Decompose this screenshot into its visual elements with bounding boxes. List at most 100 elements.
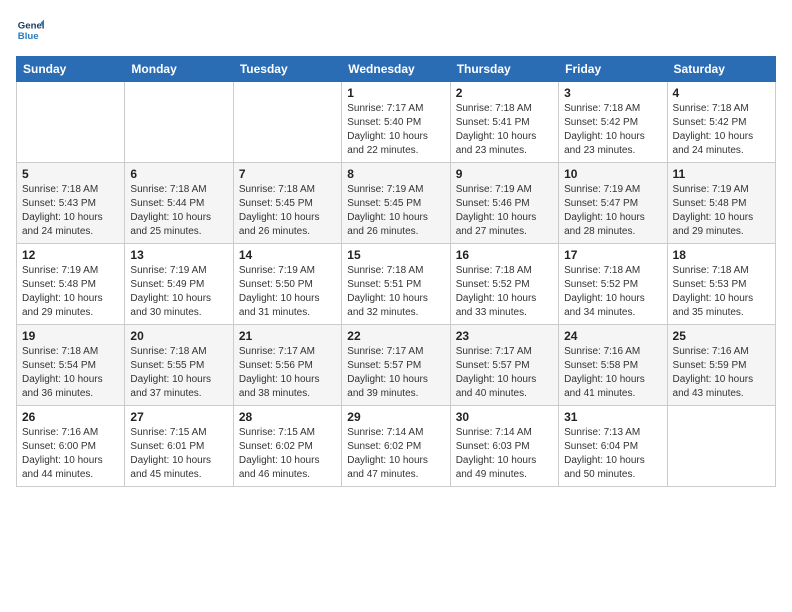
day-info: Sunrise: 7:19 AM Sunset: 5:48 PM Dayligh… <box>673 183 770 239</box>
day-info: Sunrise: 7:18 AM Sunset: 5:44 PM Dayligh… <box>130 183 227 239</box>
day-info: Sunrise: 7:19 AM Sunset: 5:48 PM Dayligh… <box>22 264 119 320</box>
calendar-day-cell: 26 Sunrise: 7:16 AM Sunset: 6:00 PM Dayli… <box>17 406 125 487</box>
calendar-day-cell: 8Sunrise: 7:19 AM Sunset: 5:45 PM Daylig… <box>342 163 450 244</box>
day-info: Sunrise: 7:19 AM Sunset: 5:47 PM Dayligh… <box>564 183 661 239</box>
calendar-table: SundayMondayTuesdayWednesdayThursdayFrid… <box>16 56 776 487</box>
day-number: 31 <box>564 410 661 424</box>
empty-cell <box>667 406 775 487</box>
day-info: Sunrise: 7:17 AM Sunset: 5:57 PM Dayligh… <box>456 345 553 401</box>
day-number: 15 <box>347 248 444 262</box>
day-info: Sunrise: 7:18 AM Sunset: 5:41 PM Dayligh… <box>456 102 553 158</box>
day-number: 30 <box>456 410 553 424</box>
calendar-day-cell: 17 Sunrise: 7:18 AM Sunset: 5:52 PM Dayli… <box>559 244 667 325</box>
day-number: 10 <box>564 167 661 181</box>
calendar-day-cell: 13 Sunrise: 7:19 AM Sunset: 5:49 PM Dayli… <box>125 244 233 325</box>
day-info: Sunrise: 7:19 AM Sunset: 5:49 PM Dayligh… <box>130 264 227 320</box>
day-number: 13 <box>130 248 227 262</box>
day-number: 9 <box>456 167 553 181</box>
empty-cell <box>125 82 233 163</box>
day-info: Sunrise: 7:16 AM Sunset: 6:00 PM Dayligh… <box>22 426 119 482</box>
day-number: 21 <box>239 329 336 343</box>
day-info: Sunrise: 7:18 AM Sunset: 5:54 PM Dayligh… <box>22 345 119 401</box>
day-info: Sunrise: 7:18 AM Sunset: 5:55 PM Dayligh… <box>130 345 227 401</box>
calendar-week-row: 12Sunrise: 7:19 AM Sunset: 5:48 PM Dayli… <box>17 244 776 325</box>
day-number: 17 <box>564 248 661 262</box>
day-info: Sunrise: 7:16 AM Sunset: 5:59 PM Dayligh… <box>673 345 770 401</box>
day-info: Sunrise: 7:13 AM Sunset: 6:04 PM Dayligh… <box>564 426 661 482</box>
day-number: 29 <box>347 410 444 424</box>
day-info: Sunrise: 7:18 AM Sunset: 5:43 PM Dayligh… <box>22 183 119 239</box>
calendar-day-cell: 21 Sunrise: 7:17 AM Sunset: 5:56 PM Dayli… <box>233 325 341 406</box>
calendar-day-cell: 4 Sunrise: 7:18 AM Sunset: 5:42 PM Daylig… <box>667 82 775 163</box>
calendar-week-row: 26 Sunrise: 7:16 AM Sunset: 6:00 PM Dayli… <box>17 406 776 487</box>
day-info: Sunrise: 7:15 AM Sunset: 6:01 PM Dayligh… <box>130 426 227 482</box>
calendar-day-cell: 19Sunrise: 7:18 AM Sunset: 5:54 PM Dayli… <box>17 325 125 406</box>
day-number: 27 <box>130 410 227 424</box>
calendar-day-cell: 16Sunrise: 7:18 AM Sunset: 5:52 PM Dayli… <box>450 244 558 325</box>
logo-icon: General Blue <box>16 16 44 44</box>
day-info: Sunrise: 7:18 AM Sunset: 5:42 PM Dayligh… <box>673 102 770 158</box>
calendar-day-cell: 9Sunrise: 7:19 AM Sunset: 5:46 PM Daylig… <box>450 163 558 244</box>
calendar-day-cell: 6 Sunrise: 7:18 AM Sunset: 5:44 PM Daylig… <box>125 163 233 244</box>
calendar-day-cell: 11Sunrise: 7:19 AM Sunset: 5:48 PM Dayli… <box>667 163 775 244</box>
page-header: General Blue <box>16 16 776 44</box>
day-number: 2 <box>456 86 553 100</box>
weekday-header-tuesday: Tuesday <box>233 57 341 82</box>
calendar-day-cell: 29 Sunrise: 7:14 AM Sunset: 6:02 PM Dayli… <box>342 406 450 487</box>
day-info: Sunrise: 7:17 AM Sunset: 5:40 PM Dayligh… <box>347 102 444 158</box>
weekday-header-monday: Monday <box>125 57 233 82</box>
calendar-day-cell: 12Sunrise: 7:19 AM Sunset: 5:48 PM Dayli… <box>17 244 125 325</box>
empty-cell <box>17 82 125 163</box>
calendar-day-cell: 23 Sunrise: 7:17 AM Sunset: 5:57 PM Dayli… <box>450 325 558 406</box>
calendar-day-cell: 20 Sunrise: 7:18 AM Sunset: 5:55 PM Dayli… <box>125 325 233 406</box>
day-info: Sunrise: 7:17 AM Sunset: 5:56 PM Dayligh… <box>239 345 336 401</box>
weekday-header-thursday: Thursday <box>450 57 558 82</box>
day-number: 18 <box>673 248 770 262</box>
calendar-day-cell: 1 Sunrise: 7:17 AM Sunset: 5:40 PM Daylig… <box>342 82 450 163</box>
day-number: 1 <box>347 86 444 100</box>
logo: General Blue <box>16 16 48 44</box>
empty-cell <box>233 82 341 163</box>
calendar-day-cell: 15 Sunrise: 7:18 AM Sunset: 5:51 PM Dayli… <box>342 244 450 325</box>
calendar-week-row: 5 Sunrise: 7:18 AM Sunset: 5:43 PM Daylig… <box>17 163 776 244</box>
day-info: Sunrise: 7:14 AM Sunset: 6:02 PM Dayligh… <box>347 426 444 482</box>
day-number: 3 <box>564 86 661 100</box>
weekday-header-wednesday: Wednesday <box>342 57 450 82</box>
day-number: 8 <box>347 167 444 181</box>
day-info: Sunrise: 7:15 AM Sunset: 6:02 PM Dayligh… <box>239 426 336 482</box>
day-info: Sunrise: 7:18 AM Sunset: 5:53 PM Dayligh… <box>673 264 770 320</box>
day-number: 16 <box>456 248 553 262</box>
day-number: 23 <box>456 329 553 343</box>
day-number: 6 <box>130 167 227 181</box>
day-info: Sunrise: 7:18 AM Sunset: 5:52 PM Dayligh… <box>564 264 661 320</box>
calendar-day-cell: 14 Sunrise: 7:19 AM Sunset: 5:50 PM Dayli… <box>233 244 341 325</box>
day-info: Sunrise: 7:14 AM Sunset: 6:03 PM Dayligh… <box>456 426 553 482</box>
day-number: 20 <box>130 329 227 343</box>
calendar-day-cell: 10 Sunrise: 7:19 AM Sunset: 5:47 PM Dayli… <box>559 163 667 244</box>
weekday-header-sunday: Sunday <box>17 57 125 82</box>
weekday-header-friday: Friday <box>559 57 667 82</box>
day-number: 25 <box>673 329 770 343</box>
calendar-day-cell: 22 Sunrise: 7:17 AM Sunset: 5:57 PM Dayli… <box>342 325 450 406</box>
svg-text:Blue: Blue <box>18 31 39 42</box>
day-number: 4 <box>673 86 770 100</box>
calendar-day-cell: 2 Sunrise: 7:18 AM Sunset: 5:41 PM Daylig… <box>450 82 558 163</box>
day-number: 5 <box>22 167 119 181</box>
calendar-day-cell: 18 Sunrise: 7:18 AM Sunset: 5:53 PM Dayli… <box>667 244 775 325</box>
day-info: Sunrise: 7:16 AM Sunset: 5:58 PM Dayligh… <box>564 345 661 401</box>
day-info: Sunrise: 7:17 AM Sunset: 5:57 PM Dayligh… <box>347 345 444 401</box>
day-number: 14 <box>239 248 336 262</box>
weekday-header-saturday: Saturday <box>667 57 775 82</box>
calendar-day-cell: 31 Sunrise: 7:13 AM Sunset: 6:04 PM Dayli… <box>559 406 667 487</box>
calendar-week-row: 19Sunrise: 7:18 AM Sunset: 5:54 PM Dayli… <box>17 325 776 406</box>
day-info: Sunrise: 7:18 AM Sunset: 5:51 PM Dayligh… <box>347 264 444 320</box>
day-number: 22 <box>347 329 444 343</box>
weekday-header-row: SundayMondayTuesdayWednesdayThursdayFrid… <box>17 57 776 82</box>
day-info: Sunrise: 7:19 AM Sunset: 5:50 PM Dayligh… <box>239 264 336 320</box>
calendar-day-cell: 30 Sunrise: 7:14 AM Sunset: 6:03 PM Dayli… <box>450 406 558 487</box>
calendar-day-cell: 24Sunrise: 7:16 AM Sunset: 5:58 PM Dayli… <box>559 325 667 406</box>
day-number: 26 <box>22 410 119 424</box>
day-info: Sunrise: 7:18 AM Sunset: 5:42 PM Dayligh… <box>564 102 661 158</box>
svg-text:General: General <box>18 20 44 31</box>
calendar-day-cell: 27 Sunrise: 7:15 AM Sunset: 6:01 PM Dayli… <box>125 406 233 487</box>
